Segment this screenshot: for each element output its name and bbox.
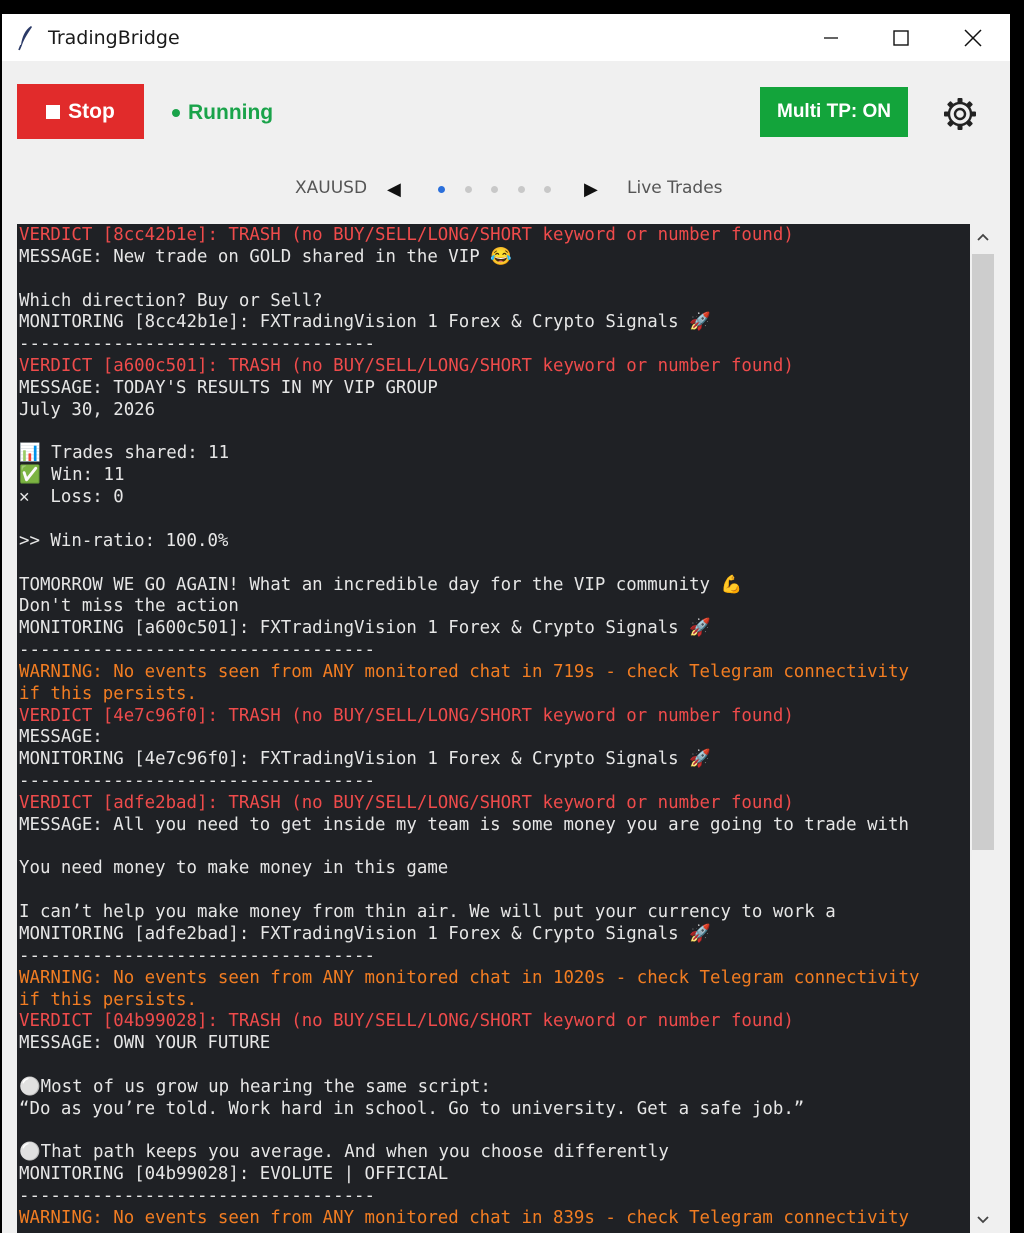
page-navigator: XAUUSD ◀ ▶ Live Trades	[2, 173, 1010, 203]
log-line-verdict: VERDICT [04b99028]: TRASH (no BUY/SELL/L…	[19, 1011, 794, 1032]
next-page-icon[interactable]: ▶	[584, 179, 598, 200]
log-line-normal: July 30, 2026	[19, 399, 156, 420]
log-line-normal	[17, 837, 970, 859]
maximize-icon	[893, 29, 909, 46]
chevron-up-icon	[977, 233, 989, 241]
log-line-normal: “Do as you’re told. Work hard in school.…	[19, 1098, 805, 1119]
page-next-label[interactable]: Live Trades	[627, 178, 723, 198]
log-line-normal: 📊 Trades shared: 11	[19, 443, 230, 464]
page-dot-3[interactable]	[491, 186, 498, 193]
log-line-normal	[17, 1121, 970, 1143]
minimize-icon	[824, 36, 838, 39]
prev-page-icon[interactable]: ◀	[387, 179, 401, 200]
stop-label: Stop	[68, 99, 115, 123]
stop-button[interactable]: Stop	[17, 84, 144, 139]
close-icon	[964, 28, 982, 47]
log-line-normal: Don't miss the action	[19, 596, 239, 617]
log-output[interactable]: VERDICT [8cc42b1e]: TRASH (no BUY/SELL/L…	[17, 224, 970, 1233]
multi-tp-toggle[interactable]: Multi TP: ON	[760, 87, 908, 137]
toolbar: Stop Running Multi TP: ON XAUUSD ◀ ▶ Liv…	[2, 61, 1010, 224]
log-line-normal: ✅ Win: 11	[19, 465, 125, 486]
log-line-normal	[17, 269, 970, 291]
log-line-normal	[17, 422, 970, 444]
page-prev-label[interactable]: XAUUSD	[295, 178, 367, 198]
log-line-normal: ✕ Loss: 0	[19, 487, 124, 508]
log-line-normal: ⚪Most of us grow up hearing the same scr…	[19, 1076, 491, 1097]
page-dot-5[interactable]	[544, 186, 551, 193]
log-line-sep: ----------------------------------	[19, 334, 375, 355]
log-line-sep: ----------------------------------	[19, 771, 375, 792]
log-line-sep: ----------------------------------	[19, 640, 375, 661]
log-line-verdict: VERDICT [adfe2bad]: TRASH (no BUY/SELL/L…	[19, 792, 794, 813]
log-line-normal: ⚪That path keeps you average. And when y…	[19, 1142, 669, 1163]
page-dot-4[interactable]	[518, 186, 525, 193]
log-line-warning: if this persists.	[19, 683, 197, 704]
log-line-normal	[17, 880, 970, 902]
log-line-normal: MONITORING [8cc42b1e]: FXTradingVision 1…	[19, 312, 711, 333]
log-line-warning: WARNING: No events seen from ANY monitor…	[19, 1207, 909, 1228]
scroll-down-button[interactable]	[970, 1207, 996, 1233]
log-line-normal	[17, 1055, 970, 1077]
log-line-verdict: VERDICT [4e7c96f0]: TRASH (no BUY/SELL/L…	[19, 705, 794, 726]
log-line-normal: MONITORING [4e7c96f0]: FXTradingVision 1…	[19, 749, 711, 770]
maximize-button[interactable]	[866, 14, 936, 61]
stop-icon	[46, 104, 61, 119]
log-line-normal: MONITORING [04b99028]: EVOLUTE | OFFICIA…	[19, 1164, 449, 1185]
close-button[interactable]	[938, 14, 1008, 61]
log-line-normal: TOMORROW WE GO AGAIN! What an incredible…	[19, 574, 743, 595]
log-line-warning: if this persists.	[19, 989, 197, 1010]
log-line-verdict: VERDICT [8cc42b1e]: TRASH (no BUY/SELL/L…	[19, 225, 794, 245]
title-bar[interactable]: TradingBridge	[2, 14, 1010, 61]
log-line-normal: MONITORING [adfe2bad]: FXTradingVision 1…	[19, 924, 711, 944]
status-dot-icon	[172, 109, 180, 117]
log-line-warning: WARNING: No events seen from ANY monitor…	[19, 661, 909, 682]
scroll-up-button[interactable]	[970, 224, 996, 250]
log-line-normal: MESSAGE: TODAY'S RESULTS IN MY VIP GROUP	[19, 377, 438, 398]
page-dot-1[interactable]	[438, 186, 445, 193]
scroll-thumb[interactable]	[972, 254, 994, 850]
log-line-sep: ----------------------------------	[19, 1186, 375, 1207]
window-title: TradingBridge	[48, 27, 180, 49]
status-label: Running	[188, 101, 274, 124]
log-scrollbar[interactable]	[970, 224, 996, 1233]
feather-icon	[18, 26, 32, 51]
log-line-normal: >> Win-ratio: 100.0%	[19, 530, 229, 551]
log-line-normal: Which direction? Buy or Sell?	[19, 290, 323, 311]
page-dot-2[interactable]	[465, 186, 472, 193]
log-line-normal: MESSAGE: OWN YOUR FUTURE	[19, 1033, 271, 1054]
log-line-normal: I can’t help you make money from thin ai…	[19, 902, 836, 923]
log-line-normal: MESSAGE: New trade on GOLD shared in the…	[19, 246, 512, 267]
log-line-normal: MONITORING [a600c501]: FXTradingVision 1…	[19, 618, 711, 639]
chevron-down-icon	[977, 1216, 989, 1224]
minimize-button[interactable]	[796, 14, 866, 61]
gear-icon[interactable]	[942, 96, 978, 132]
log-line-normal	[17, 553, 970, 575]
log-line-normal: MESSAGE: All you need to get inside my t…	[19, 814, 909, 835]
log-line-normal	[17, 509, 970, 531]
log-line-warning: WARNING: No events seen from ANY monitor…	[19, 967, 920, 988]
status-indicator: Running	[172, 101, 273, 125]
log-line-normal: You need money to make money in this gam…	[19, 858, 449, 879]
log-line-verdict: VERDICT [a600c501]: TRASH (no BUY/SELL/L…	[19, 356, 794, 377]
app-window: TradingBridge Stop Running Multi TP: ON …	[2, 14, 1010, 1233]
log-line-normal: MESSAGE:	[19, 727, 103, 748]
log-line-sep: ----------------------------------	[19, 945, 375, 966]
